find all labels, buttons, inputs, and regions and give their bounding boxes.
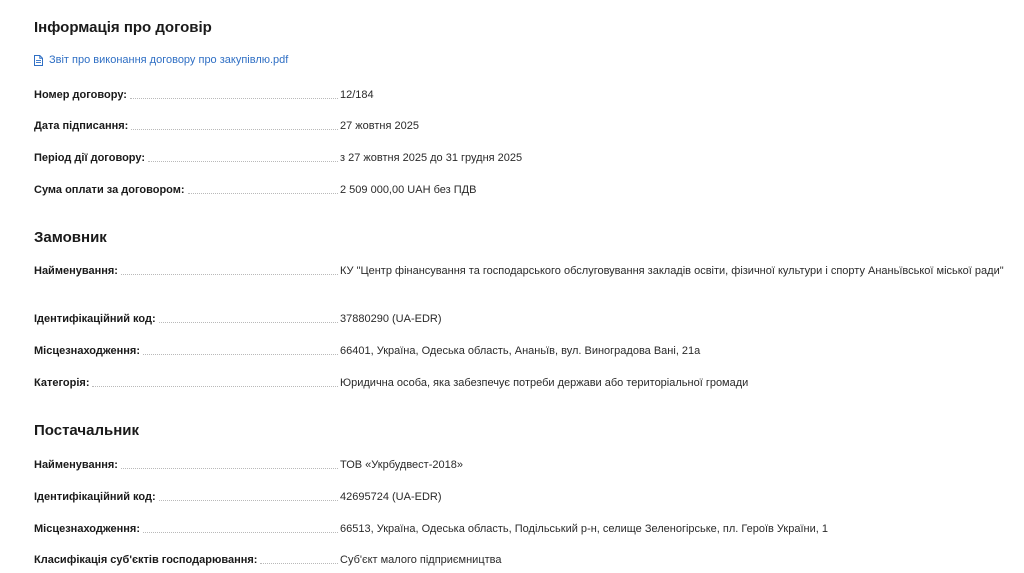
- contract-number-row: Номер договору: 12/184: [34, 87, 1019, 103]
- customer-name-row: Найменування: КУ "Центр фінансування та …: [34, 263, 1019, 279]
- field-label: Ідентифікаційний код:: [34, 313, 156, 325]
- supplier-location-value: 66513, Україна, Одеська область, Подільс…: [340, 523, 828, 535]
- contract-section-title: Інформація про договір: [34, 19, 212, 36]
- contract-report-pdf-link[interactable]: Звіт про виконання договору про закупівл…: [34, 54, 288, 66]
- contract-signing-date-value: 27 жовтня 2025: [340, 120, 419, 132]
- customer-name-value: КУ "Центр фінансування та господарського…: [340, 265, 1004, 277]
- customer-category-value: Юридична особа, яка забезпечує потреби д…: [340, 377, 749, 389]
- dotted-leader: [129, 98, 338, 99]
- dotted-leader: [260, 563, 338, 564]
- dotted-leader: [143, 532, 338, 533]
- supplier-classification-value: Суб'єкт малого підприємництва: [340, 554, 502, 566]
- dotted-leader: [148, 161, 338, 162]
- contract-amount-value: 2 509 000,00 UAH без ПДВ: [340, 184, 477, 196]
- field-label: Найменування:: [34, 265, 118, 277]
- field-label: Категорія:: [34, 377, 90, 389]
- customer-location-value: 66401, Україна, Одеська область, Ананьїв…: [340, 345, 701, 357]
- dotted-leader: [187, 193, 338, 194]
- field-label: Місцезнаходження:: [34, 345, 140, 357]
- contract-period-value: з 27 жовтня 2025 до 31 грудня 2025: [340, 152, 523, 164]
- supplier-classification-row: Класифікація суб'єктів господарювання: С…: [34, 552, 1019, 568]
- field-label: Ідентифікаційний код:: [34, 491, 156, 503]
- dotted-leader: [158, 500, 338, 501]
- field-label: Номер договору:: [34, 89, 127, 101]
- contract-signing-date-row: Дата підписання: 27 жовтня 2025: [34, 118, 1019, 134]
- customer-location-row: Місцезнаходження: 66401, Україна, Одеськ…: [34, 343, 1019, 359]
- supplier-location-row: Місцезнаходження: 66513, Україна, Одеськ…: [34, 521, 1019, 537]
- dotted-leader: [120, 274, 338, 275]
- supplier-id-code-value: 42695724 (UA-EDR): [340, 491, 442, 503]
- customer-id-code-row: Ідентифікаційний код: 37880290 (UA-EDR): [34, 311, 1019, 327]
- dotted-leader: [131, 129, 338, 130]
- field-label: Сума оплати за договором:: [34, 184, 185, 196]
- file-icon: [34, 54, 43, 66]
- customer-id-code-value: 37880290 (UA-EDR): [340, 313, 442, 325]
- supplier-name-value: ТОВ «Укрбудвест-2018»: [340, 459, 463, 471]
- field-label: Період дії договору:: [34, 152, 146, 164]
- field-label: Місцезнаходження:: [34, 523, 140, 535]
- contract-amount-row: Сума оплати за договором: 2 509 000,00 U…: [34, 182, 1019, 198]
- field-label: Найменування:: [34, 459, 118, 471]
- supplier-name-row: Найменування: ТОВ «Укрбудвест-2018»: [34, 457, 1019, 473]
- contract-period-row: Період дії договору: з 27 жовтня 2025 до…: [34, 150, 1019, 166]
- supplier-section-title: Постачальник: [34, 422, 139, 439]
- customer-section-title: Замовник: [34, 229, 107, 246]
- contract-number-value: 12/184: [340, 89, 374, 101]
- field-label: Класифікація суб'єктів господарювання:: [34, 554, 258, 566]
- dotted-leader: [92, 386, 338, 387]
- customer-category-row: Категорія: Юридична особа, яка забезпечу…: [34, 375, 1019, 391]
- dotted-leader: [120, 468, 338, 469]
- dotted-leader: [158, 322, 338, 323]
- supplier-id-code-row: Ідентифікаційний код: 42695724 (UA-EDR): [34, 489, 1019, 505]
- contract-report-pdf-link-text: Звіт про виконання договору про закупівл…: [49, 54, 289, 66]
- field-label: Дата підписання:: [34, 120, 129, 132]
- dotted-leader: [143, 354, 338, 355]
